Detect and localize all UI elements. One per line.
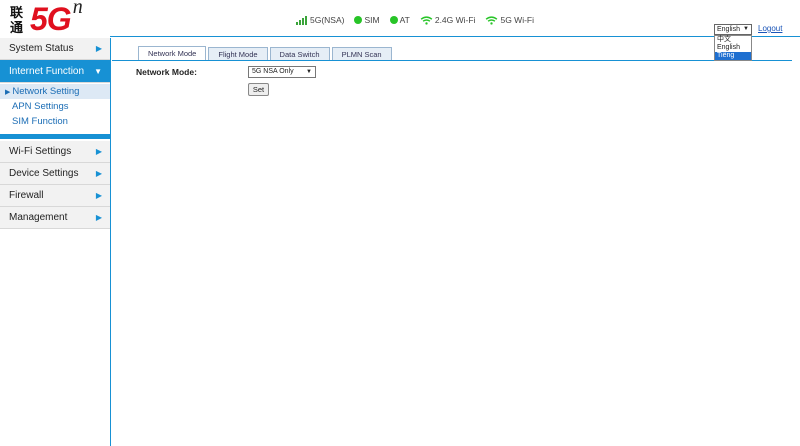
sidebar: System Status ▶ Internet Function ▼ ▶ Ne… [0, 38, 111, 446]
at-status-dot-icon [389, 16, 398, 24]
sidebar-item-internet-function[interactable]: Internet Function ▼ [0, 60, 110, 83]
sidebar-item-label: Management [9, 212, 68, 223]
chevron-down-icon: ▼ [94, 66, 102, 76]
tab-data-switch[interactable]: Data Switch [269, 47, 330, 61]
network-mode-select[interactable]: 5G NSA Only ▼ [248, 66, 316, 78]
signal-icon [296, 15, 308, 25]
status-network-label: 5G(NSA) [310, 15, 345, 25]
status-wifi-24-label: 2.4G Wi-Fi [434, 15, 476, 25]
sidebar-item-wifi-settings[interactable]: Wi-Fi Settings ▶ [0, 141, 110, 163]
chevron-right-icon: ▶ [95, 147, 102, 156]
tab-network-mode[interactable]: Network Mode [138, 46, 207, 61]
status-wifi-24: 2.4G Wi-Fi [420, 15, 476, 25]
language-dropdown: 中文 English Tiếng [714, 35, 752, 61]
sidebar-item-label: Internet Function [9, 65, 85, 77]
router-admin-page: 联通 5G n 5G(NSA) SIM AT 2.4G Wi-Fi 5G Wi-… [0, 0, 800, 446]
chevron-right-icon: ▶ [95, 44, 102, 53]
tab-divider [112, 60, 792, 61]
logo-5g-text: 5G [30, 1, 72, 37]
sidebar-divider [0, 134, 110, 139]
dropdown-arrow-icon: ▼ [743, 26, 749, 32]
status-sim-label: SIM [364, 15, 380, 25]
language-option-chinese[interactable]: 中文 [715, 36, 751, 44]
internet-function-submenu: ▶ Network Setting APN Settings SIM Funct… [0, 83, 110, 131]
status-sim: SIM [354, 15, 380, 25]
sidebar-subitem-apn-settings[interactable]: APN Settings [0, 99, 110, 114]
unicom-5g-logo: 联通 5G n [10, 0, 83, 38]
logout-link[interactable]: Logout [758, 24, 782, 33]
network-mode-label: Network Mode: [136, 67, 197, 77]
network-mode-value: 5G NSA Only [252, 68, 294, 75]
language-selected-value: English [717, 26, 740, 33]
status-wifi-5: 5G Wi-Fi [485, 15, 534, 25]
sidebar-item-label: Device Settings [9, 168, 79, 179]
status-bar: 5G(NSA) SIM AT 2.4G Wi-Fi 5G Wi-Fi [296, 15, 544, 25]
tab-plmn-scan[interactable]: PLMN Scan [331, 47, 392, 61]
sidebar-subitem-label: APN Settings [12, 101, 69, 112]
sim-status-dot-icon [354, 16, 363, 24]
sidebar-subitem-label: Network Setting [12, 86, 80, 97]
sidebar-item-firewall[interactable]: Firewall ▶ [0, 185, 110, 207]
status-at: AT [389, 15, 410, 25]
language-select[interactable]: English ▼ [714, 24, 752, 35]
sidebar-subitem-sim-function[interactable]: SIM Function [0, 114, 110, 129]
sidebar-item-label: Firewall [9, 190, 44, 201]
chevron-right-icon: ▶ [95, 169, 102, 178]
tab-flight-mode[interactable]: Flight Mode [208, 47, 268, 61]
chevron-right-icon: ▶ [95, 213, 102, 222]
tab-bar: Network Mode Flight Mode Data Switch PLM… [138, 46, 394, 61]
sidebar-item-label: Wi-Fi Settings [9, 146, 72, 157]
sidebar-item-management[interactable]: Management ▶ [0, 207, 110, 229]
chevron-right-icon: ▶ [95, 191, 102, 200]
wifi-icon [486, 15, 498, 25]
sidebar-subitem-label: SIM Function [12, 116, 68, 127]
sidebar-item-label: System Status [9, 43, 74, 54]
sidebar-subitem-network-setting[interactable]: ▶ Network Setting [0, 84, 110, 99]
language-option-vietnamese[interactable]: Tiếng [715, 52, 751, 60]
logo-n-text: n [72, 0, 83, 18]
status-at-label: AT [399, 15, 410, 25]
status-wifi-5-label: 5G Wi-Fi [500, 15, 534, 25]
sidebar-item-device-settings[interactable]: Device Settings ▶ [0, 163, 110, 185]
header-divider [110, 36, 800, 37]
set-button[interactable]: Set [248, 83, 269, 96]
language-option-english[interactable]: English [715, 44, 751, 52]
wifi-icon [420, 15, 433, 25]
status-network: 5G(NSA) [296, 15, 344, 25]
logo-chinese-text: 联通 [10, 6, 24, 36]
selected-pointer-icon: ▶ [5, 88, 11, 96]
dropdown-arrow-icon: ▼ [306, 69, 312, 75]
sidebar-item-system-status[interactable]: System Status ▶ [0, 38, 110, 60]
